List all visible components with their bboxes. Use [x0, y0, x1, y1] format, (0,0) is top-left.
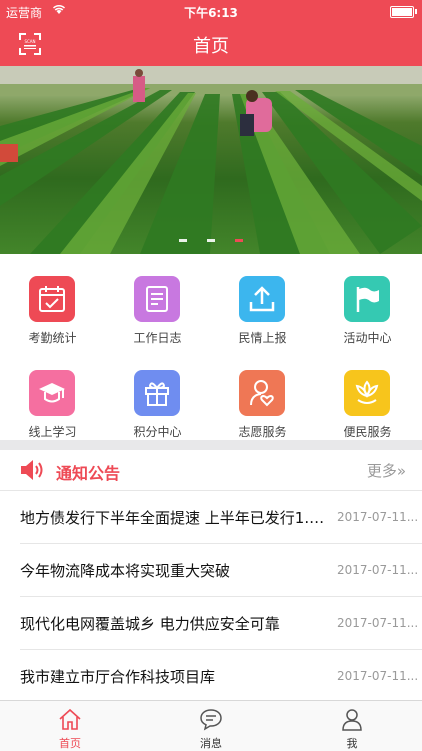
tab-bar: 首页 消息 我: [0, 700, 422, 751]
carousel-dot-active[interactable]: [235, 239, 243, 242]
list-item[interactable]: 我市建立市厅合作科技项目库 2017-07-11...: [0, 650, 422, 703]
user-icon: [342, 709, 362, 731]
news-date: 2017-07-11...: [337, 616, 417, 630]
grid-item-activity[interactable]: 活动中心: [315, 254, 420, 345]
notice-header: 通知公告 更多»: [0, 450, 422, 491]
status-bar: 运营商 下午6:13: [0, 0, 422, 22]
list-item[interactable]: 今年物流降成本将实现重大突破 2017-07-11...: [0, 544, 422, 597]
list-item[interactable]: 现代化电网覆盖城乡 电力供应安全可靠 2017-07-11...: [0, 597, 422, 650]
tab-home[interactable]: 首页: [0, 701, 140, 751]
message-icon: [200, 709, 222, 731]
grid-item-volunteer[interactable]: 志愿服务: [210, 348, 315, 439]
news-date: 2017-07-11...: [337, 669, 417, 683]
page-title: 首页: [193, 36, 229, 57]
graduation-cap-icon: [29, 370, 75, 416]
banner-carousel[interactable]: [0, 66, 422, 254]
battery-tip: [415, 9, 417, 14]
grid-label: 志愿服务: [238, 425, 287, 439]
banner-image: [0, 66, 422, 254]
news-title: 今年物流降成本将实现重大突破: [20, 562, 231, 580]
tab-label: 我: [346, 737, 358, 750]
tab-label: 首页: [59, 737, 81, 750]
grid-item-report[interactable]: 民情上报: [210, 254, 315, 345]
flag-icon: [344, 276, 390, 322]
notepad-icon: [134, 276, 180, 322]
grid-label: 线上学习: [28, 425, 77, 439]
volunteer-heart-icon: [239, 370, 285, 416]
gift-icon: [134, 370, 180, 416]
grid-label: 工作日志: [133, 331, 182, 345]
tab-label: 消息: [200, 737, 222, 750]
news-date: 2017-07-11...: [337, 510, 417, 524]
calendar-icon: [29, 276, 75, 322]
more-link[interactable]: 更多»: [367, 460, 406, 481]
news-date: 2017-07-11...: [337, 563, 417, 577]
news-title: 现代化电网覆盖城乡 电力供应安全可靠: [20, 615, 280, 633]
grid-item-attendance[interactable]: 考勤统计: [0, 254, 105, 345]
grid-label: 民情上报: [238, 331, 287, 345]
lotus-icon: [344, 370, 390, 416]
upload-icon: [239, 276, 285, 322]
section-divider: [0, 440, 422, 450]
carousel-indicator[interactable]: [0, 227, 422, 246]
carousel-dot[interactable]: [179, 239, 187, 242]
nav-bar: SCAN 首页: [0, 22, 422, 66]
grid-label: 考勤统计: [28, 331, 77, 345]
grid-item-worklog[interactable]: 工作日志: [105, 254, 210, 345]
tab-messages[interactable]: 消息: [141, 701, 281, 751]
grid-item-service[interactable]: 便民服务: [315, 348, 420, 439]
tab-me[interactable]: 我: [282, 701, 422, 751]
carousel-dot[interactable]: [207, 239, 215, 242]
news-title: 我市建立市厅合作科技项目库: [20, 668, 216, 686]
status-time: 下午6:13: [184, 6, 238, 20]
grid-item-points[interactable]: 积分中心: [105, 348, 210, 439]
news-title: 地方债发行下半年全面提速 上半年已发行1.8万亿: [20, 509, 326, 527]
grid-label: 活动中心: [343, 331, 392, 345]
grid-label: 积分中心: [133, 425, 182, 439]
list-item[interactable]: 地方债发行下半年全面提速 上半年已发行1.8万亿 2017-07-11...: [0, 491, 422, 544]
speaker-icon: [18, 458, 46, 486]
battery-icon: [390, 6, 414, 18]
grid-label: 便民服务: [343, 425, 392, 439]
grid-item-learning[interactable]: 线上学习: [0, 348, 105, 439]
feature-grid: 考勤统计 工作日志 民情上报 活动中心 线上学习 积分中心 志愿服务 便民服务: [0, 254, 422, 440]
notice-title: 通知公告: [56, 464, 121, 483]
home-icon: [59, 708, 81, 730]
